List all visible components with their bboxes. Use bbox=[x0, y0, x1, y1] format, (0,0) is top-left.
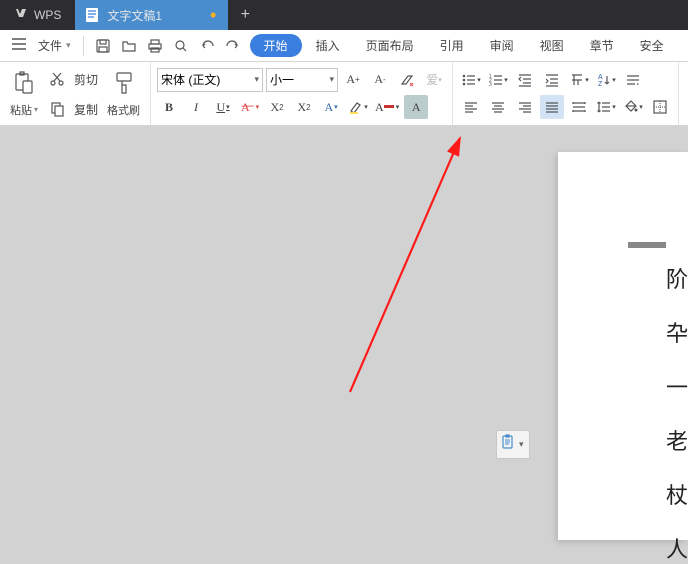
svg-text:3: 3 bbox=[489, 82, 492, 88]
paste-split-button[interactable]: 粘贴▾ bbox=[6, 66, 42, 122]
subscript-icon[interactable]: X2 bbox=[292, 95, 316, 119]
divider bbox=[83, 36, 84, 56]
char: 阶 bbox=[666, 262, 688, 294]
paste-options-icon bbox=[502, 434, 516, 455]
ribbon-paragraph: ▾ 123▾ ▾ AZ▾ ▾ ▾ bbox=[453, 62, 679, 125]
caret-down-icon: ▾ bbox=[330, 74, 335, 85]
tab-references[interactable]: 引用 bbox=[428, 33, 476, 58]
bullets-icon[interactable]: ▾ bbox=[459, 68, 483, 92]
show-marks-icon[interactable] bbox=[621, 68, 645, 92]
ribbon: 粘贴▾ 剪切 复制 格式刷 宋体 (正文) ▾ bbox=[0, 62, 688, 126]
tab-chapters[interactable]: 章节 bbox=[578, 33, 626, 58]
line-spacing-icon[interactable]: ▾ bbox=[594, 95, 618, 119]
asian-layout-icon[interactable]: ▾ bbox=[567, 68, 591, 92]
app-name: WPS bbox=[34, 8, 61, 22]
app-tab-wps[interactable]: WPS bbox=[0, 0, 75, 30]
undo-icon[interactable] bbox=[196, 35, 218, 57]
strikethrough-icon[interactable]: A—▾ bbox=[238, 95, 262, 119]
font-size-select[interactable]: 小一 ▾ bbox=[266, 68, 338, 92]
borders-icon[interactable] bbox=[648, 95, 672, 119]
underline-icon[interactable]: U▾ bbox=[211, 95, 235, 119]
new-tab-button[interactable]: + bbox=[228, 0, 262, 30]
title-bar: WPS 文字文稿1 • + bbox=[0, 0, 688, 30]
clear-format-icon[interactable] bbox=[395, 68, 419, 92]
shrink-font-icon[interactable]: A- bbox=[368, 68, 392, 92]
tab-start[interactable]: 开始 bbox=[250, 34, 302, 57]
format-painter-icon bbox=[113, 71, 135, 100]
char: 杖 bbox=[666, 478, 688, 510]
svg-text:Z: Z bbox=[598, 81, 603, 88]
font-size-value: 小一 bbox=[270, 71, 294, 88]
align-left-icon[interactable] bbox=[459, 95, 483, 119]
bold-icon[interactable]: B bbox=[157, 95, 181, 119]
align-justify-icon[interactable] bbox=[540, 95, 564, 119]
svg-text:A: A bbox=[598, 74, 603, 81]
copy-icon[interactable] bbox=[45, 97, 69, 121]
cut-label[interactable]: 剪切 bbox=[72, 71, 100, 88]
doc-tab[interactable]: 文字文稿1 • bbox=[75, 0, 228, 30]
char: 卆 bbox=[666, 316, 688, 348]
file-label: 文件 bbox=[38, 37, 62, 54]
file-menu[interactable]: 文件 ▾ bbox=[32, 37, 77, 54]
font-name-value: 宋体 (正文) bbox=[161, 71, 220, 88]
print-preview-icon[interactable] bbox=[170, 35, 192, 57]
caret-down-icon: ▾ bbox=[66, 40, 71, 51]
wps-logo-icon bbox=[14, 7, 28, 24]
numbering-icon[interactable]: 123▾ bbox=[486, 68, 510, 92]
shading-icon[interactable]: ▾ bbox=[621, 95, 645, 119]
document-icon bbox=[85, 7, 99, 23]
tab-security[interactable]: 安全 bbox=[628, 33, 676, 58]
phonetic-guide-icon[interactable]: 爱▾ bbox=[422, 68, 446, 92]
paste-icon bbox=[13, 71, 35, 100]
copy-label[interactable]: 复制 bbox=[72, 101, 100, 118]
page-bar bbox=[628, 242, 666, 248]
grow-font-icon[interactable]: A+ bbox=[341, 68, 365, 92]
char: 人 bbox=[666, 532, 688, 564]
caret-down-icon: ▾ bbox=[519, 439, 524, 450]
hamburger-icon[interactable] bbox=[6, 34, 32, 57]
page-text: 阶 卆 一 老 杖 人 bbox=[666, 262, 688, 564]
tab-insert[interactable]: 插入 bbox=[304, 33, 352, 58]
cut-icon[interactable] bbox=[45, 67, 69, 91]
italic-icon[interactable]: I bbox=[184, 95, 208, 119]
tab-review[interactable]: 审阅 bbox=[478, 33, 526, 58]
document-page[interactable]: 阶 卆 一 老 杖 人 bbox=[558, 152, 688, 540]
decrease-indent-icon[interactable] bbox=[513, 68, 537, 92]
tab-view[interactable]: 视图 bbox=[528, 33, 576, 58]
font-name-select[interactable]: 宋体 (正文) ▾ bbox=[157, 68, 263, 92]
ribbon-clipboard: 粘贴▾ 剪切 复制 格式刷 bbox=[0, 62, 151, 125]
doc-title: 文字文稿1 bbox=[107, 7, 162, 24]
format-painter-label: 格式刷 bbox=[107, 102, 140, 118]
open-icon[interactable] bbox=[118, 35, 140, 57]
text-effects-icon[interactable]: A▾ bbox=[319, 95, 343, 119]
ribbon-font: 宋体 (正文) ▾ 小一 ▾ A+ A- 爱▾ B I U▾ A—▾ X2 X2… bbox=[151, 62, 453, 125]
caret-down-icon: ▾ bbox=[255, 74, 260, 85]
caret-down-icon: ▾ bbox=[34, 105, 38, 114]
redo-icon[interactable] bbox=[222, 35, 244, 57]
font-color-icon[interactable]: A▾ bbox=[373, 95, 401, 119]
paste-label: 粘贴 bbox=[10, 102, 32, 118]
paste-options-button[interactable]: ▾ bbox=[496, 430, 530, 459]
increase-indent-icon[interactable] bbox=[540, 68, 564, 92]
sort-icon[interactable]: AZ▾ bbox=[594, 68, 618, 92]
print-icon[interactable] bbox=[144, 35, 166, 57]
align-right-icon[interactable] bbox=[513, 95, 537, 119]
highlight-icon[interactable]: ▾ bbox=[346, 95, 370, 119]
align-center-icon[interactable] bbox=[486, 95, 510, 119]
format-painter-button[interactable]: 格式刷 bbox=[103, 66, 144, 122]
char: 老 bbox=[666, 424, 688, 456]
char-shading-icon[interactable]: A bbox=[404, 95, 428, 119]
tab-pagelayout[interactable]: 页面布局 bbox=[354, 33, 426, 58]
save-icon[interactable] bbox=[92, 35, 114, 57]
menu-bar: 文件 ▾ 开始 插入 页面布局 引用 审阅 视图 章节 安全 bbox=[0, 30, 688, 62]
superscript-icon[interactable]: X2 bbox=[265, 95, 289, 119]
modified-indicator: • bbox=[210, 6, 216, 24]
char: 一 bbox=[666, 370, 688, 402]
main-tabs: 开始 插入 页面布局 引用 审阅 视图 章节 安全 bbox=[250, 33, 676, 58]
distribute-icon[interactable] bbox=[567, 95, 591, 119]
